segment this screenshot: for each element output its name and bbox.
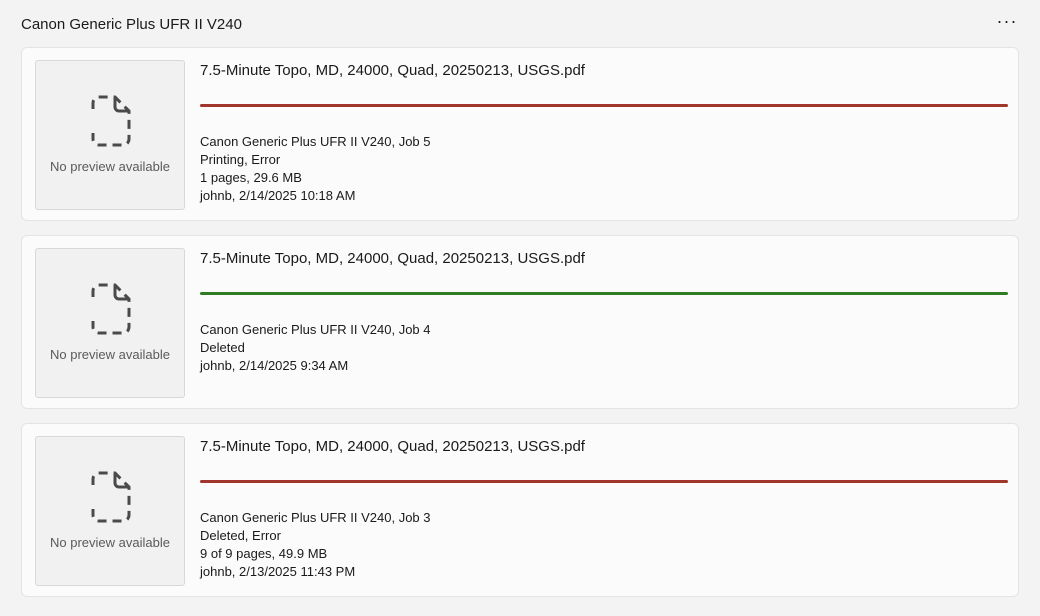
job-file-name: 7.5-Minute Topo, MD, 24000, Quad, 202502… [200,438,585,455]
job-printer-and-number: Canon Generic Plus UFR II V240, Job 5 [200,134,431,149]
printer-title: Canon Generic Plus UFR II V240 [21,15,242,33]
job-printer-and-number: Canon Generic Plus UFR II V240, Job 4 [200,322,431,337]
job-printer-and-number: Canon Generic Plus UFR II V240, Job 3 [200,510,431,525]
job-file-name: 7.5-Minute Topo, MD, 24000, Quad, 202502… [200,62,585,79]
file-placeholder-icon [91,95,131,147]
print-job-card[interactable]: No preview available 7.5-Minute Topo, MD… [21,423,1019,597]
file-placeholder-icon [91,471,131,523]
job-pages-size: 1 pages, 29.6 MB [200,170,302,185]
file-placeholder-icon [91,283,131,335]
job-status: Deleted, Error [200,528,281,543]
job-owner-time: johnb, 2/13/2025 11:43 PM [200,564,356,579]
no-preview-label: No preview available [50,535,170,550]
print-job-card[interactable]: No preview available 7.5-Minute Topo, MD… [21,47,1019,221]
job-file-name: 7.5-Minute Topo, MD, 24000, Quad, 202502… [200,250,585,267]
document-preview: No preview available [35,436,185,586]
job-status: Deleted [200,340,245,355]
job-progress-bar [200,480,1008,483]
job-progress-bar [200,104,1008,107]
more-options-button[interactable]: ··· [992,12,1022,36]
job-progress-bar [200,292,1008,295]
job-details: Canon Generic Plus UFR II V240, Job 3 De… [200,509,431,581]
no-preview-label: No preview available [50,347,170,362]
job-details: Canon Generic Plus UFR II V240, Job 5 Pr… [200,133,431,205]
header: Canon Generic Plus UFR II V240 ··· [21,12,1022,36]
job-owner-time: johnb, 2/14/2025 9:34 AM [200,358,349,373]
print-job-card[interactable]: No preview available 7.5-Minute Topo, MD… [21,235,1019,409]
job-owner-time: johnb, 2/14/2025 10:18 AM [200,188,356,203]
print-queue-window: Canon Generic Plus UFR II V240 ··· No pr… [0,0,1040,616]
document-preview: No preview available [35,60,185,210]
more-icon: ··· [996,11,1018,31]
job-status: Printing, Error [200,152,281,167]
job-details: Canon Generic Plus UFR II V240, Job 4 De… [200,321,431,375]
job-pages-size: 9 of 9 pages, 49.9 MB [200,546,328,561]
no-preview-label: No preview available [50,159,170,174]
document-preview: No preview available [35,248,185,398]
